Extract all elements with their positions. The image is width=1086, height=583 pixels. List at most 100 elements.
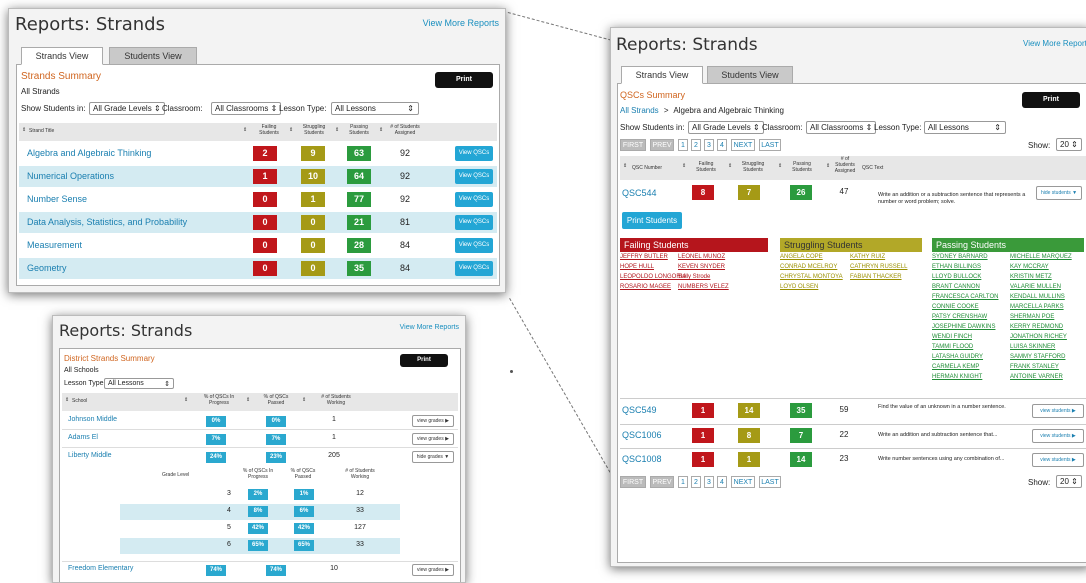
struggling-student-link[interactable]: ANGELA COPE — [780, 254, 823, 260]
passing-student-link[interactable]: MICHELLE MARQUEZ — [1010, 254, 1072, 260]
view-more-reports-link[interactable]: View More Reports — [1023, 39, 1086, 48]
col-strand-title[interactable]: Strand Title — [29, 128, 54, 135]
grade-level-select[interactable]: All Grade Levels ⇕ — [688, 121, 764, 134]
passing-student-link[interactable]: KRISTIN METZ — [1010, 274, 1052, 280]
qsc-link[interactable]: QSC544 — [622, 188, 657, 198]
sort-icon[interactable]: ⇕ — [289, 127, 293, 134]
classroom-select[interactable]: All Classrooms ⇕ — [211, 102, 282, 115]
col-passing[interactable]: Passing Students — [788, 161, 816, 174]
print-button[interactable]: Print — [400, 354, 448, 367]
page-2-button[interactable]: 2 — [691, 476, 701, 488]
hide-grades-button[interactable]: hide grades ▼ — [412, 451, 454, 463]
passing-student-link[interactable]: ANTOINE VARNER — [1010, 374, 1063, 380]
passing-student-link[interactable]: FRANK STANLEY — [1010, 364, 1059, 370]
passing-student-link[interactable]: CARMELA KEMP — [932, 364, 979, 370]
show-count-select[interactable]: 20 ⇕ — [1056, 138, 1082, 151]
failing-student-link[interactable]: Sally Strode — [678, 274, 710, 280]
sort-icon[interactable]: ⇕ — [826, 163, 830, 170]
view-students-button[interactable]: view students ▶ — [1032, 453, 1084, 467]
last-page-button[interactable]: LAST — [759, 476, 781, 488]
page-1-button[interactable]: 1 — [678, 476, 688, 488]
col-failing[interactable]: Failing Students — [257, 124, 281, 137]
qsc-link[interactable]: QSC1008 — [622, 454, 662, 464]
view-more-reports-link[interactable]: View More Reports — [400, 324, 459, 331]
page-1-button[interactable]: 1 — [678, 139, 688, 151]
qsc-link[interactable]: QSC1006 — [622, 430, 662, 440]
struggling-student-link[interactable]: FABIAN THACKER — [850, 274, 902, 280]
sort-icon[interactable]: ⇕ — [184, 397, 188, 404]
print-button[interactable]: Print — [1022, 92, 1080, 108]
page-4-button[interactable]: 4 — [717, 476, 727, 488]
passing-student-link[interactable]: BRANT CANNON — [932, 284, 980, 290]
prev-page-button[interactable]: PREV — [650, 476, 674, 488]
passing-student-link[interactable]: SAMMY STAFFORD — [1010, 354, 1065, 360]
view-students-button[interactable]: view students ▶ — [1032, 429, 1084, 443]
failing-student-link[interactable]: LEOPOLDO LONGORIA — [620, 274, 686, 280]
passing-student-link[interactable]: KENDALL MULLINS — [1010, 294, 1065, 300]
col-passed[interactable]: % of QSCs Passed — [260, 394, 292, 407]
passing-student-link[interactable]: JONATHON RICHEY — [1010, 334, 1067, 340]
view-qscs-button[interactable]: View QSCs — [455, 261, 493, 276]
view-qscs-button[interactable]: View QSCs — [455, 192, 493, 207]
col-qsc-number[interactable]: QSC Number — [632, 165, 662, 172]
struggling-student-link[interactable]: CATHRYN RUSSELL — [850, 264, 907, 270]
print-students-button[interactable]: Print Students — [622, 212, 682, 229]
breadcrumb-all-strands[interactable]: All Strands — [620, 106, 659, 115]
strand-title-link[interactable]: Numerical Operations — [27, 171, 114, 181]
sort-icon[interactable]: ⇕ — [302, 397, 306, 404]
school-link[interactable]: Adams El — [68, 434, 98, 441]
col-assigned[interactable]: # of Students Assigned — [385, 124, 425, 137]
sort-icon[interactable]: ⇕ — [623, 163, 627, 170]
view-more-reports-link[interactable]: View More Reports — [423, 18, 499, 28]
sort-icon[interactable]: ⇕ — [682, 163, 686, 170]
view-qscs-button[interactable]: View QSCs — [455, 238, 493, 253]
passing-student-link[interactable]: VALARIE MULLEN — [1010, 284, 1061, 290]
sort-icon[interactable]: ⇕ — [379, 127, 383, 134]
sort-icon[interactable]: ⇕ — [22, 127, 26, 134]
struggling-student-link[interactable]: CONRAD MCELROY — [780, 264, 837, 270]
sort-icon[interactable]: ⇕ — [728, 163, 732, 170]
view-grades-button[interactable]: view grades ▶ — [412, 415, 454, 427]
passing-student-link[interactable]: HERMAN KNIGHT — [932, 374, 982, 380]
col-school[interactable]: School — [72, 398, 87, 405]
lesson-type-select[interactable]: All Lessons ⇕ — [924, 121, 1006, 134]
qsc-link[interactable]: QSC549 — [622, 405, 657, 415]
passing-student-link[interactable]: TAMMI FLOOD — [932, 344, 973, 350]
sort-icon[interactable]: ⇕ — [778, 163, 782, 170]
struggling-student-link[interactable]: LOYD OLSEN — [780, 284, 818, 290]
prev-page-button[interactable]: PREV — [650, 139, 674, 151]
passing-student-link[interactable]: JOSEPHINE DAWKINS — [932, 324, 995, 330]
school-link[interactable]: Johnson Middle — [68, 416, 117, 423]
col-struggling[interactable]: Struggling Students — [738, 161, 768, 174]
col-failing[interactable]: Failing Students — [692, 161, 720, 174]
view-grades-button[interactable]: view grades ▶ — [412, 433, 454, 445]
first-page-button[interactable]: FIRST — [620, 476, 646, 488]
view-qscs-button[interactable]: View QSCs — [455, 215, 493, 230]
lesson-type-select[interactable]: All Lessons ⇕ — [331, 102, 419, 115]
sort-icon[interactable]: ⇕ — [65, 397, 69, 404]
sort-icon[interactable]: ⇕ — [246, 397, 250, 404]
school-link[interactable]: Freedom Elementary — [68, 565, 133, 572]
tab-students-view[interactable]: Students View — [109, 47, 197, 65]
tab-strands-view[interactable]: Strands View — [21, 47, 103, 65]
next-page-button[interactable]: NEXT — [731, 476, 755, 488]
failing-student-link[interactable]: ROSARIO MAGEE — [620, 284, 671, 290]
passing-student-link[interactable]: LUISA SKINNER — [1010, 344, 1055, 350]
page-2-button[interactable]: 2 — [691, 139, 701, 151]
view-qscs-button[interactable]: View QSCs — [455, 169, 493, 184]
passing-student-link[interactable]: ETHAN BILLINGS — [932, 264, 981, 270]
strand-title-link[interactable]: Geometry — [27, 263, 67, 273]
sort-icon[interactable]: ⇕ — [243, 127, 247, 134]
classroom-select[interactable]: All Classrooms ⇕ — [806, 121, 877, 134]
passing-student-link[interactable]: SHERMAN POE — [1010, 314, 1054, 320]
tab-strands-view[interactable]: Strands View — [621, 66, 703, 84]
hide-students-button[interactable]: hide students ▼ — [1036, 186, 1082, 200]
passing-student-link[interactable]: LATASHA GUIDRY — [932, 354, 983, 360]
view-grades-button[interactable]: view grades ▶ — [412, 564, 454, 576]
view-students-button[interactable]: view students ▶ — [1032, 404, 1084, 418]
page-3-button[interactable]: 3 — [704, 476, 714, 488]
strand-title-link[interactable]: Number Sense — [27, 194, 87, 204]
struggling-student-link[interactable]: CHRYSTAL MONTOYA — [780, 274, 843, 280]
passing-student-link[interactable]: KAY MCCRAY — [1010, 264, 1049, 270]
col-working[interactable]: # of Students Working — [312, 394, 360, 407]
